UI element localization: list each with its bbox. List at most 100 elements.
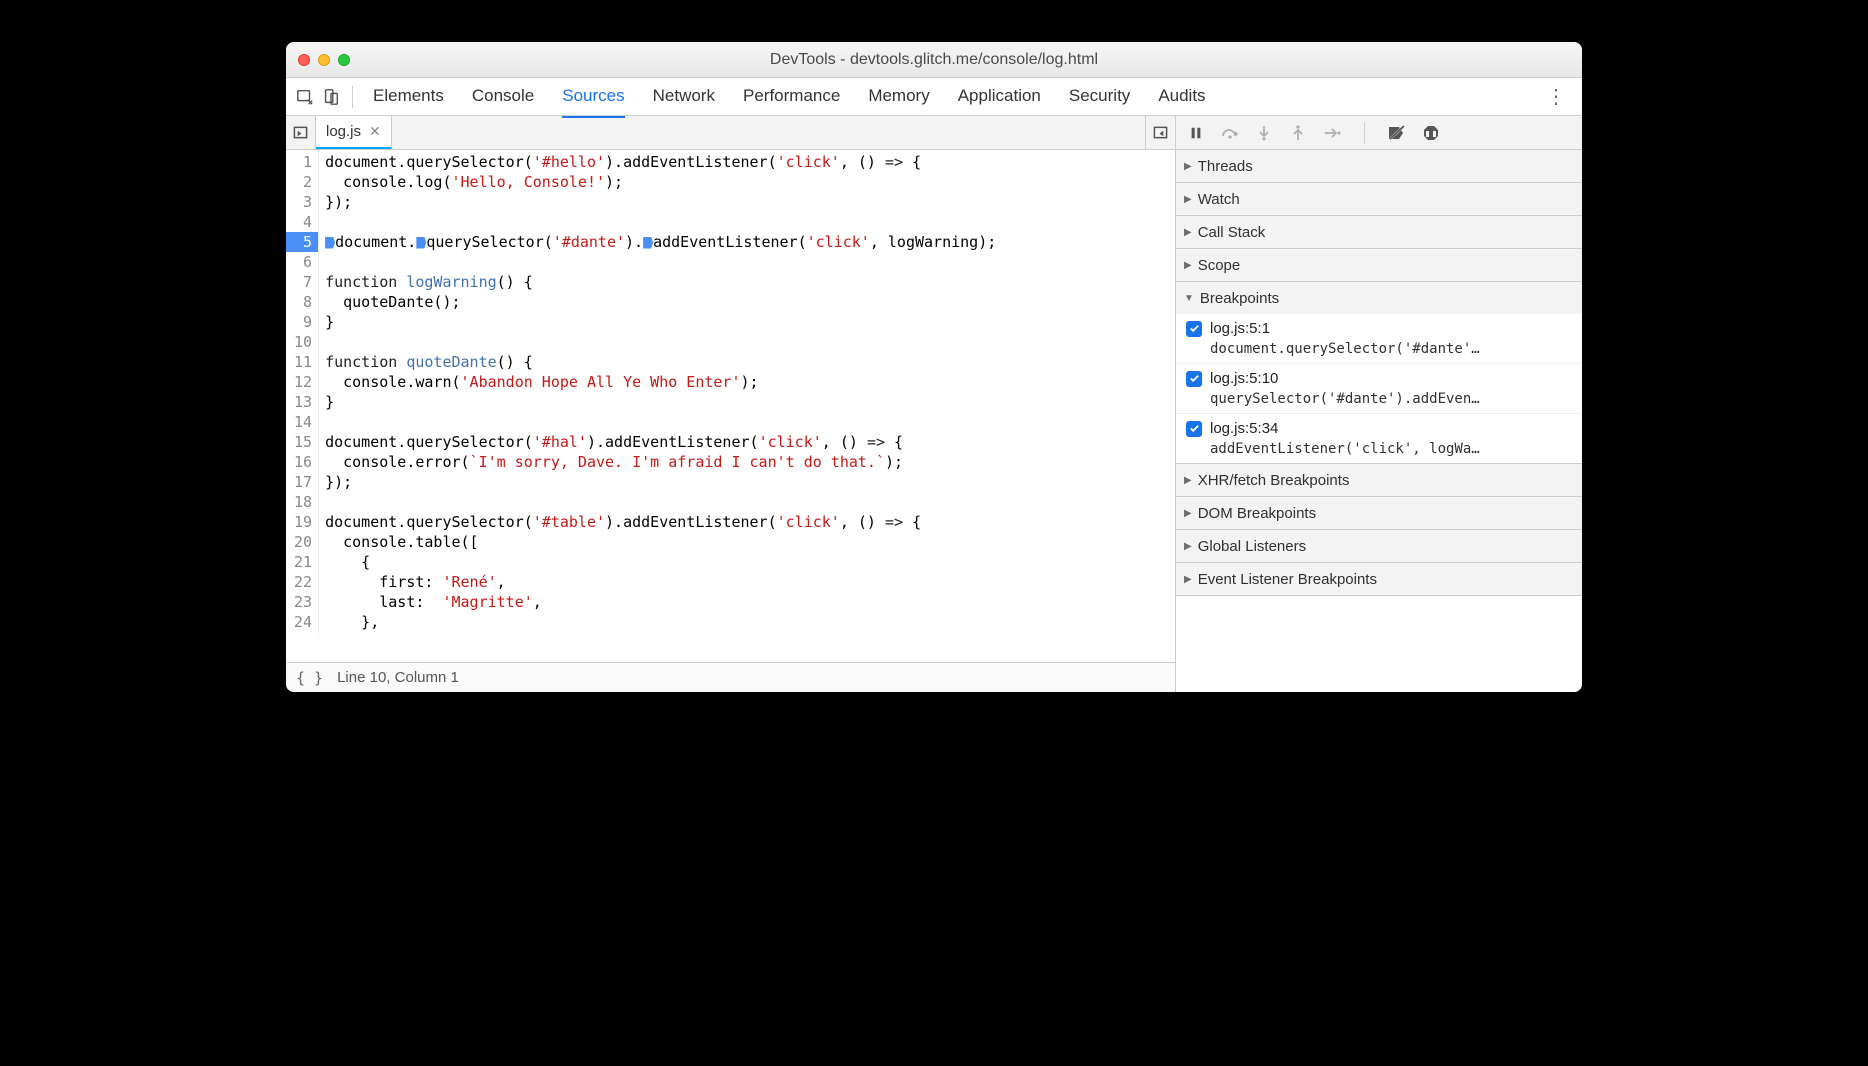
- line-number[interactable]: 18: [294, 492, 312, 512]
- window-title: DevTools - devtools.glitch.me/console/lo…: [286, 51, 1582, 69]
- pretty-print-icon[interactable]: { }: [296, 669, 323, 687]
- pause-on-exceptions-icon[interactable]: [1421, 123, 1441, 143]
- code-line[interactable]: function logWarning() {: [325, 272, 1175, 292]
- separator: [352, 86, 353, 108]
- line-number[interactable]: 11: [294, 352, 312, 372]
- section-xhr-breakpoints[interactable]: ▶XHR/fetch Breakpoints: [1176, 464, 1582, 496]
- code-line[interactable]: console.error(`I'm sorry, Dave. I'm afra…: [325, 452, 1175, 472]
- section-dom-breakpoints[interactable]: ▶DOM Breakpoints: [1176, 497, 1582, 529]
- show-navigator-icon[interactable]: [286, 116, 316, 149]
- tab-console[interactable]: Console: [472, 86, 534, 108]
- close-tab-icon[interactable]: ✕: [369, 123, 381, 140]
- tab-elements[interactable]: Elements: [373, 86, 444, 108]
- line-number[interactable]: 3: [294, 192, 312, 212]
- inspect-element-icon[interactable]: [292, 84, 318, 110]
- device-toolbar-icon[interactable]: [318, 84, 344, 110]
- deactivate-breakpoints-icon[interactable]: [1387, 123, 1407, 143]
- tab-application[interactable]: Application: [958, 86, 1041, 108]
- code-line[interactable]: document.querySelector('#hal').addEventL…: [325, 432, 1175, 452]
- step-into-icon[interactable]: [1254, 123, 1274, 143]
- tab-security[interactable]: Security: [1069, 86, 1130, 108]
- line-number[interactable]: 5: [286, 232, 318, 252]
- code-line[interactable]: [325, 412, 1175, 432]
- line-number[interactable]: 23: [294, 592, 312, 612]
- line-number[interactable]: 12: [294, 372, 312, 392]
- line-number[interactable]: 13: [294, 392, 312, 412]
- section-breakpoints[interactable]: ▼Breakpoints: [1176, 282, 1582, 314]
- breakpoint-location: log.js:5:34: [1210, 420, 1278, 437]
- tab-network[interactable]: Network: [653, 86, 715, 108]
- line-number[interactable]: 4: [294, 212, 312, 232]
- file-tab-logjs[interactable]: log.js ✕: [316, 116, 392, 149]
- tab-audits[interactable]: Audits: [1158, 86, 1205, 108]
- code-line[interactable]: }: [325, 312, 1175, 332]
- line-number[interactable]: 2: [294, 172, 312, 192]
- code-line[interactable]: console.warn('Abandon Hope All Ye Who En…: [325, 372, 1175, 392]
- section-event-listener-breakpoints[interactable]: ▶Event Listener Breakpoints: [1176, 563, 1582, 595]
- breakpoint-snippet: addEventListener('click', logWa…: [1210, 441, 1574, 457]
- show-debugger-icon[interactable]: [1145, 116, 1175, 149]
- collapsed-icon: ▶: [1184, 541, 1192, 552]
- code-line[interactable]: quoteDante();: [325, 292, 1175, 312]
- code-line[interactable]: first: 'René',: [325, 572, 1175, 592]
- code-line[interactable]: {: [325, 552, 1175, 572]
- tab-performance[interactable]: Performance: [743, 86, 840, 108]
- code-line[interactable]: console.table([: [325, 532, 1175, 552]
- code-line[interactable]: });: [325, 472, 1175, 492]
- file-tab-label: log.js: [326, 123, 361, 140]
- section-global-listeners[interactable]: ▶Global Listeners: [1176, 530, 1582, 562]
- pause-script-icon[interactable]: [1186, 123, 1206, 143]
- line-number[interactable]: 10: [294, 332, 312, 352]
- breakpoint-snippet: querySelector('#dante').addEven…: [1210, 391, 1574, 407]
- step-over-icon[interactable]: [1220, 123, 1240, 143]
- section-scope[interactable]: ▶Scope: [1176, 249, 1582, 281]
- section-watch[interactable]: ▶Watch: [1176, 183, 1582, 215]
- code-line[interactable]: }: [325, 392, 1175, 412]
- file-tab-bar: log.js ✕: [286, 116, 1175, 150]
- code-line[interactable]: function quoteDante() {: [325, 352, 1175, 372]
- breakpoint-item[interactable]: log.js:5:34 addEventListener('click', log…: [1176, 414, 1582, 463]
- more-options-icon[interactable]: ⋮: [1536, 84, 1576, 109]
- section-call-stack[interactable]: ▶Call Stack: [1176, 216, 1582, 248]
- code-line[interactable]: last: 'Magritte',: [325, 592, 1175, 612]
- code-line[interactable]: [325, 492, 1175, 512]
- code-line[interactable]: [325, 212, 1175, 232]
- line-number[interactable]: 21: [294, 552, 312, 572]
- breakpoint-checkbox[interactable]: [1186, 371, 1202, 387]
- code-line[interactable]: document.querySelector('#table').addEven…: [325, 512, 1175, 532]
- tab-memory[interactable]: Memory: [868, 86, 929, 108]
- line-number[interactable]: 19: [294, 512, 312, 532]
- line-number[interactable]: 17: [294, 472, 312, 492]
- line-number[interactable]: 1: [294, 152, 312, 172]
- line-number[interactable]: 9: [294, 312, 312, 332]
- code-line[interactable]: document.querySelector('#dante').addEven…: [325, 232, 1175, 252]
- line-number[interactable]: 20: [294, 532, 312, 552]
- line-number[interactable]: 8: [294, 292, 312, 312]
- breakpoint-checkbox[interactable]: [1186, 421, 1202, 437]
- collapsed-icon: ▶: [1184, 574, 1192, 585]
- devtools-window: DevTools - devtools.glitch.me/console/lo…: [286, 42, 1582, 692]
- line-number[interactable]: 16: [294, 452, 312, 472]
- section-threads[interactable]: ▶Threads: [1176, 150, 1582, 182]
- step-icon[interactable]: [1322, 123, 1342, 143]
- line-number[interactable]: 7: [294, 272, 312, 292]
- line-number[interactable]: 14: [294, 412, 312, 432]
- code-line[interactable]: [325, 332, 1175, 352]
- breakpoint-item[interactable]: log.js:5:1document.querySelector('#dante…: [1176, 314, 1582, 364]
- code-line[interactable]: });: [325, 192, 1175, 212]
- code-line[interactable]: console.log('Hello, Console!');: [325, 172, 1175, 192]
- breakpoint-checkbox[interactable]: [1186, 321, 1202, 337]
- tab-sources[interactable]: Sources: [562, 86, 624, 108]
- line-number[interactable]: 6: [294, 252, 312, 272]
- step-out-icon[interactable]: [1288, 123, 1308, 143]
- code-line[interactable]: },: [325, 612, 1175, 632]
- breakpoint-item[interactable]: log.js:5:10querySelector('#dante').addEv…: [1176, 364, 1582, 414]
- code-line[interactable]: [325, 252, 1175, 272]
- line-number[interactable]: 22: [294, 572, 312, 592]
- code-editor[interactable]: 123456789101112131415161718192021222324 …: [286, 150, 1175, 662]
- collapsed-icon: ▶: [1184, 194, 1192, 205]
- code-line[interactable]: document.querySelector('#hello').addEven…: [325, 152, 1175, 172]
- line-number[interactable]: 15: [294, 432, 312, 452]
- devtools-tabstrip: Elements Console Sources Network Performance…: [286, 78, 1582, 116]
- line-number[interactable]: 24: [294, 612, 312, 632]
